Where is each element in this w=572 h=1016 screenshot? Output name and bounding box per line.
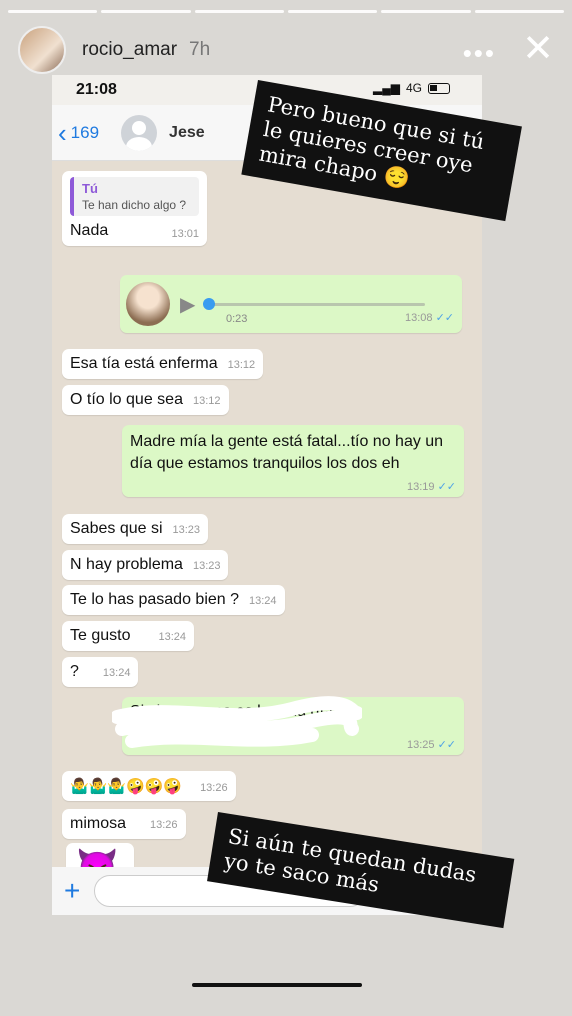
message-text: Sabes que si	[70, 520, 163, 537]
more-icon[interactable]: •••	[463, 38, 496, 69]
message-time: 13:23	[192, 560, 221, 572]
message-bubble[interactable]: Te gusto 13:24	[62, 621, 195, 651]
voice-message[interactable]: ▶ 0:23 13:08 ✓✓	[120, 275, 462, 333]
battery-icon	[428, 82, 450, 94]
quoted-message[interactable]: Tú Te han dicho algo ?	[70, 177, 199, 216]
message-bubble[interactable]: Tú Te han dicho algo ? Nada 13:01	[62, 171, 207, 246]
message-text: Te lo has pasado bien ?	[70, 591, 240, 608]
read-ticks-icon: ✓✓	[435, 312, 454, 324]
play-icon[interactable]: ▶	[180, 292, 195, 317]
message-bubble[interactable]: Sabes que si 13:23	[62, 514, 209, 544]
status-icons: ▂▄▆ 4G	[373, 81, 450, 95]
devil-emoji: 😈	[76, 848, 119, 867]
message-time: 13:26	[200, 782, 228, 794]
message-bubble[interactable]: Esa tía está enferma 13:12	[62, 349, 264, 379]
read-ticks-icon: ✓✓	[437, 481, 456, 493]
message-text: Nada	[70, 222, 109, 239]
message-text: Madre mía la gente está fatal...tío no h…	[130, 433, 444, 473]
message-bubble[interactable]: ? 13:24	[62, 657, 139, 687]
network-type: 4G	[405, 81, 422, 95]
plus-icon[interactable]: +	[64, 875, 80, 907]
chevron-left-icon: ‹	[58, 117, 67, 148]
story-avatar[interactable]	[18, 26, 66, 74]
message-text: ?	[70, 663, 79, 680]
chat-area[interactable]: Tú Te han dicho algo ? Nada 13:01 ▶ 0:23…	[52, 161, 482, 867]
message-bubble[interactable]: O tío lo que sea 13:12	[62, 385, 229, 415]
audio-duration: 0:23	[226, 313, 248, 325]
message-time: 13:23	[172, 524, 201, 536]
censor-scribble	[112, 696, 362, 748]
home-indicator	[192, 983, 362, 987]
message-text: O tío lo que sea	[70, 391, 183, 408]
message-bubble[interactable]: N hay problema 13:23	[62, 550, 229, 580]
message-time: 13:25	[406, 739, 435, 751]
message-text: 🤷‍♂️🤷‍♂️🤷‍♂️🤪🤪🤪	[70, 778, 183, 795]
message-meta: 13:08 ✓✓	[405, 311, 454, 324]
message-time: 13:24	[102, 667, 131, 679]
message-bubble[interactable]: 😈	[66, 843, 134, 867]
message-time: 13:08	[404, 312, 433, 324]
message-text: N hay problema	[70, 556, 183, 573]
story-time-ago: 7h	[189, 39, 211, 60]
message-text: Esa tía está enferma	[70, 355, 218, 372]
message-bubble[interactable]: mimosa 13:26	[62, 809, 186, 839]
story-progress-bar	[8, 10, 564, 13]
contact-name[interactable]: Jese	[169, 124, 205, 142]
message-text: mimosa	[70, 815, 127, 832]
message-time: 13:19	[406, 481, 435, 493]
message-text: Te gusto	[70, 627, 131, 644]
close-icon[interactable]: ✕	[522, 30, 554, 68]
message-time: 13:12	[227, 359, 256, 371]
quote-author: Tú	[82, 181, 98, 196]
signal-icon: ▂▄▆	[373, 81, 400, 95]
message-time: 13:12	[192, 395, 221, 407]
message-bubble[interactable]: 🤷‍♂️🤷‍♂️🤷‍♂️🤪🤪🤪 13:26	[62, 771, 236, 801]
read-ticks-icon: ✓✓	[437, 739, 456, 751]
voice-avatar	[126, 282, 170, 326]
quote-text: Te han dicho algo ?	[82, 198, 187, 212]
message-bubble[interactable]: Te lo has pasado bien ? 13:24	[62, 585, 285, 615]
story-header: rocio_amar 7h ••• ✕	[18, 26, 558, 74]
audio-scrubber[interactable]	[203, 297, 216, 310]
message-time: 13:01	[171, 228, 199, 240]
message-time: 13:26	[150, 819, 178, 831]
message-bubble[interactable]: Madre mía la gente está fatal...tío no h…	[122, 425, 464, 497]
clock: 21:08	[76, 81, 117, 98]
back-button[interactable]: ‹ 169	[58, 120, 99, 146]
unread-count: 169	[70, 122, 100, 142]
story-username[interactable]: rocio_amar	[82, 39, 177, 61]
contact-avatar[interactable]	[121, 114, 158, 151]
message-time: 13:24	[158, 631, 187, 643]
message-meta: 13:19 ✓✓	[407, 480, 456, 493]
message-meta: 13:25 ✓✓	[407, 738, 456, 751]
audio-track[interactable]	[203, 297, 426, 310]
message-time: 13:24	[249, 595, 277, 607]
